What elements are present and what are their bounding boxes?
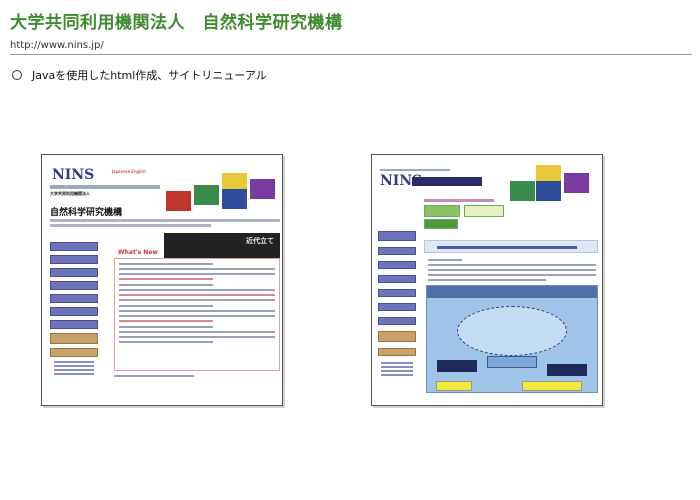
body-text (428, 259, 596, 284)
diagram-node (547, 364, 587, 376)
institute-box (166, 191, 191, 211)
whats-new-heading: What's New (118, 249, 158, 256)
nav-item[interactable] (50, 281, 98, 290)
side-navigation (378, 231, 416, 376)
tab-active[interactable] (424, 219, 458, 229)
language-links: Japanese English (112, 169, 146, 174)
side-navigation (50, 242, 98, 375)
nav-item[interactable] (50, 333, 98, 344)
org-name-small: 大学共同利用機関法人 (50, 191, 90, 196)
section-banner (424, 240, 598, 253)
work-item-text: Javaを使用したhtml作成、サイトリニューアル (32, 69, 267, 82)
nins-logo: NINS (52, 167, 95, 183)
page: 大学共同利用機関法人 自然科学研究機構 http://www.nins.jp/ … (0, 0, 700, 500)
tab[interactable] (424, 205, 460, 217)
diagram-header (427, 286, 597, 298)
page-title: 大学共同利用機関法人 自然科学研究機構 (10, 13, 343, 33)
nav-item[interactable] (378, 275, 416, 283)
page-header: NINS (372, 155, 602, 201)
nav-item[interactable] (378, 289, 416, 297)
network-diagram (426, 285, 598, 393)
nav-item[interactable] (50, 320, 98, 329)
section-tabs (424, 205, 544, 217)
screenshot-top-page: NINS Japanese English 大学共同利用機関法人 自然科学研究機… (41, 154, 283, 406)
news-panel (114, 258, 280, 371)
nav-item[interactable] (50, 307, 98, 316)
highlight-box (436, 381, 472, 391)
institute-box (564, 173, 589, 193)
institute-box (222, 189, 247, 209)
org-name-bar (412, 177, 482, 186)
nav-item[interactable] (50, 255, 98, 264)
institute-box (194, 185, 219, 205)
logo-subtitle-bar (50, 185, 160, 189)
nav-item[interactable] (378, 317, 416, 325)
hero-caption: 近代立て (246, 237, 274, 245)
network-ellipse (457, 306, 567, 356)
nav-item[interactable] (50, 348, 98, 357)
nav-item[interactable] (378, 331, 416, 342)
diagram-node (487, 356, 537, 368)
nav-item[interactable] (50, 294, 98, 303)
highlight-box (522, 381, 582, 391)
circle-bullet-icon (12, 70, 22, 80)
institute-box (536, 181, 561, 201)
nav-item[interactable] (378, 348, 416, 356)
tab[interactable] (464, 205, 504, 217)
nav-item[interactable] (378, 303, 416, 311)
hero-photo: 近代立て (164, 233, 280, 259)
footer-link[interactable] (114, 375, 194, 377)
institute-box (250, 179, 275, 199)
nav-item[interactable] (50, 242, 98, 251)
divider (10, 54, 692, 55)
nav-item[interactable] (378, 247, 416, 255)
institute-box (510, 181, 535, 201)
work-item: Javaを使用したhtml作成、サイトリニューアル (12, 67, 267, 83)
nav-item[interactable] (378, 231, 416, 241)
screenshot-inner-page: NINS (371, 154, 603, 406)
nav-item[interactable] (378, 261, 416, 269)
diagram-node (437, 360, 477, 372)
site-url: http://www.nins.jp/ (10, 40, 104, 51)
org-name-large: 自然科学研究機構 (50, 208, 123, 218)
nav-links (50, 361, 98, 375)
intro-text (50, 219, 280, 231)
breadcrumb[interactable] (424, 199, 494, 202)
nav-item[interactable] (50, 268, 98, 277)
logo-subtitle-bar (380, 169, 450, 171)
nav-links (378, 362, 416, 376)
institute-boxes (164, 169, 280, 219)
